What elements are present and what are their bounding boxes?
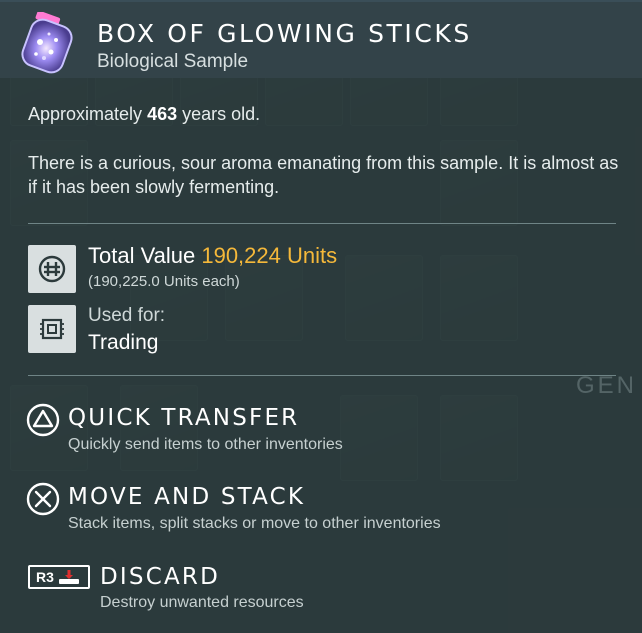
move-and-stack-description: Stack items, split stacks or move to oth…: [68, 515, 441, 532]
r3-button-icon[interactable]: R3: [28, 565, 90, 589]
item-description: There is a curious, sour aroma emanating…: [28, 153, 619, 197]
trade-chip-icon: [28, 305, 76, 353]
item-category: Biological Sample: [97, 51, 249, 72]
discard-description: Destroy unwanted resources: [100, 594, 304, 611]
item-age: Approximately 463 years old.: [28, 104, 260, 125]
total-value-label: Total Value: [88, 243, 202, 268]
quick-transfer-description: Quickly send items to other inventories: [68, 436, 343, 453]
divider: [28, 223, 616, 224]
item-header: BOX OF GLOWING STICKS Biological Sample: [0, 0, 642, 78]
total-value-units: 190,224 Units: [201, 243, 338, 268]
stick-press-icon: [58, 570, 79, 584]
used-for-value: Trading: [88, 331, 159, 354]
item-title: BOX OF GLOWING STICKS: [97, 19, 472, 48]
quick-transfer-title: QUICK TRANSFER: [68, 405, 300, 431]
age-suffix: years old.: [177, 104, 261, 124]
divider: [28, 375, 616, 376]
r3-button-label: R3: [36, 569, 54, 585]
unit-value-each: (190,225.0 Units each): [88, 273, 240, 290]
units-currency-icon: [28, 245, 76, 293]
age-years: 463: [147, 104, 178, 124]
move-and-stack-title: MOVE AND STACK: [68, 484, 306, 510]
triangle-button-icon[interactable]: [26, 403, 60, 442]
background-label: GEN: [576, 372, 638, 399]
glowing-jar-icon: [16, 10, 78, 74]
age-prefix: Approximately: [28, 104, 148, 124]
used-for-label: Used for:: [88, 305, 166, 326]
total-value: Total Value 190,224 Units: [88, 243, 337, 269]
discard-title: DISCARD: [100, 564, 220, 590]
cross-button-icon[interactable]: [26, 482, 60, 521]
